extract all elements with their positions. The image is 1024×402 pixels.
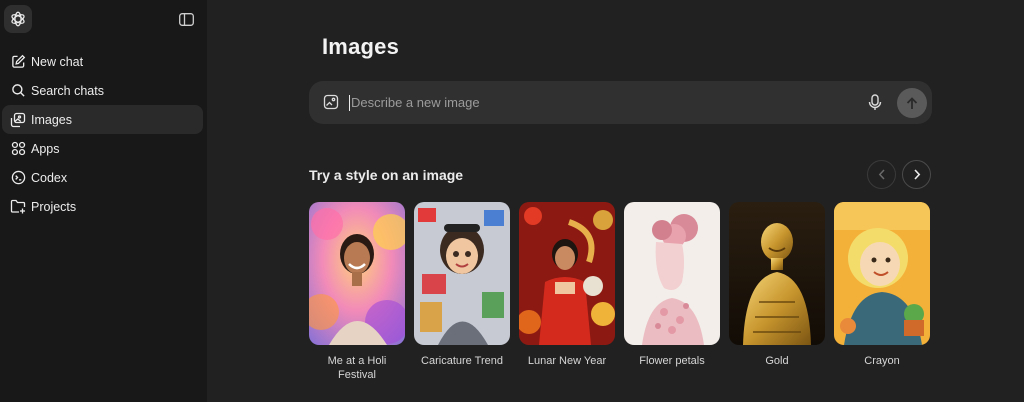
- search-icon: [10, 83, 26, 99]
- toggle-sidebar-button[interactable]: [176, 10, 196, 28]
- sidebar-item-label: Projects: [31, 199, 77, 214]
- page-title: Images: [322, 34, 400, 59]
- sidebar-item-label: Apps: [31, 141, 60, 156]
- sidebar-item-new-chat[interactable]: New chat: [2, 47, 203, 76]
- openai-logo-icon: [11, 11, 25, 27]
- main-content: Images Try a style on an image: [207, 0, 1024, 402]
- style-card-label: Gold: [765, 355, 789, 367]
- send-button[interactable]: [897, 88, 927, 118]
- chevron-right-icon: [913, 169, 920, 180]
- add-image-icon[interactable]: [323, 94, 339, 110]
- style-thumbnail: [519, 202, 615, 345]
- style-thumbnail: [624, 202, 720, 345]
- sidebar-item-label: Search chats: [31, 83, 104, 98]
- describe-image-input[interactable]: [351, 92, 791, 113]
- chevron-left-icon: [878, 169, 885, 180]
- style-card-label: Caricature Trend: [421, 355, 503, 367]
- style-card-label: Me at a Holi Festival: [327, 355, 387, 381]
- sidebar-item-label: Codex: [31, 170, 68, 185]
- style-thumbnail: [834, 202, 930, 345]
- image-prompt-bar: [309, 81, 932, 124]
- sidebar: New chat Search chats Images Apps Codex …: [0, 0, 207, 402]
- style-card-label: Lunar New Year: [527, 355, 607, 367]
- arrow-up-icon: [906, 96, 918, 109]
- sidebar-toggle-icon: [178, 12, 194, 26]
- style-thumbnail: [309, 202, 405, 345]
- style-cards: Me at a Holi Festival Caricature Trend L…: [309, 202, 939, 392]
- folder-plus-icon: [10, 199, 26, 215]
- new-chat-icon: [10, 54, 26, 70]
- carousel-prev-button[interactable]: [867, 160, 896, 189]
- style-card-caricature[interactable]: Caricature Trend: [414, 202, 510, 368]
- style-card-crayon[interactable]: Crayon: [834, 202, 930, 368]
- codex-icon: [10, 170, 26, 186]
- sidebar-item-images[interactable]: Images: [2, 105, 203, 134]
- text-cursor: [349, 95, 350, 111]
- sidebar-item-search-chats[interactable]: Search chats: [2, 76, 203, 105]
- carousel-next-button[interactable]: [902, 160, 931, 189]
- sidebar-item-projects[interactable]: Projects: [2, 192, 203, 221]
- style-card-lunar-new-year[interactable]: Lunar New Year: [519, 202, 615, 368]
- sidebar-item-label: New chat: [31, 54, 84, 69]
- styles-section-title: Try a style on an image: [309, 167, 464, 183]
- style-card-label: Flower petals: [639, 355, 705, 367]
- microphone-icon[interactable]: [868, 94, 884, 111]
- style-thumbnail: [414, 202, 510, 345]
- sidebar-item-label: Images: [31, 112, 72, 127]
- sidebar-nav: New chat Search chats Images Apps Codex …: [2, 47, 203, 221]
- style-card-gold[interactable]: Gold: [729, 202, 825, 368]
- openai-logo-button[interactable]: [4, 5, 32, 33]
- sidebar-item-apps[interactable]: Apps: [2, 134, 203, 163]
- style-card-flower-petals[interactable]: Flower petals: [624, 202, 720, 368]
- apps-grid-icon: [10, 141, 26, 157]
- style-card-label: Crayon: [864, 355, 900, 367]
- images-icon: [10, 112, 26, 128]
- style-card-holi[interactable]: Me at a Holi Festival: [309, 202, 405, 382]
- sidebar-item-codex[interactable]: Codex: [2, 163, 203, 192]
- style-thumbnail: [729, 202, 825, 345]
